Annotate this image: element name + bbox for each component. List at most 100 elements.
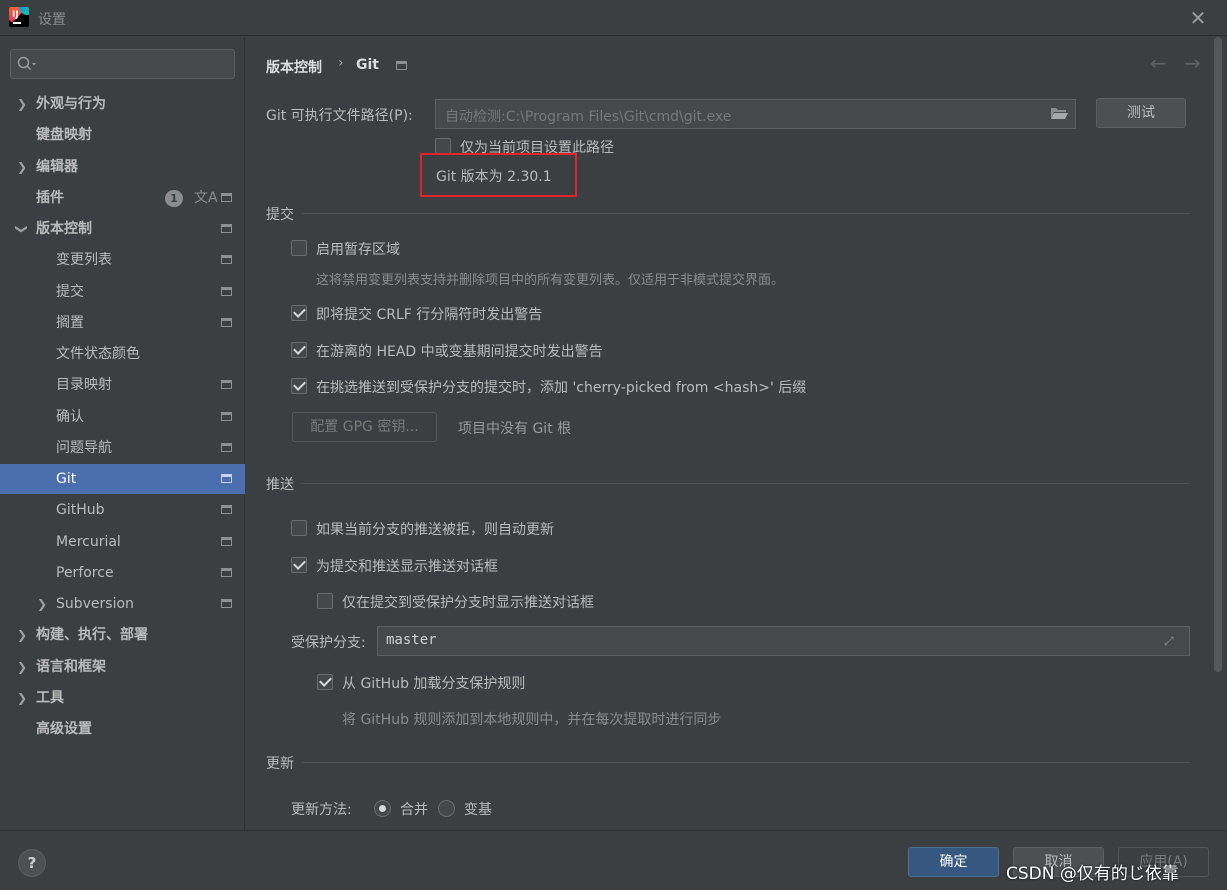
sidebar-item-keymap[interactable]: 键盘映射: [0, 120, 245, 150]
show-push-dialog-checkbox[interactable]: [291, 557, 307, 573]
breadcrumb-parent[interactable]: 版本控制: [266, 57, 322, 77]
sidebar-item-advanced[interactable]: 高级设置: [0, 714, 245, 744]
update-method-label: 更新方法:: [291, 802, 352, 818]
plugins-update-badge: 1: [165, 190, 183, 207]
chevron-right-icon: ❯: [17, 160, 28, 174]
staging-area-hint: 这将禁用变更列表支持并删除项目中的所有变更列表。仅适用于非模式提交界面。: [316, 273, 785, 288]
test-button[interactable]: 测试: [1096, 98, 1186, 128]
csdn-watermark: CSDN @仅有的じ依靠: [1006, 864, 1179, 884]
project-scope-icon: [221, 318, 232, 327]
project-scope-icon: [221, 287, 232, 296]
update-separator: [302, 762, 1190, 763]
sidebar-item-plugins[interactable]: 插件 1 文A: [0, 183, 245, 213]
sidebar-item-confirmation[interactable]: 确认: [0, 402, 245, 432]
close-icon[interactable]: ✕: [1188, 8, 1208, 28]
git-path-placeholder: 自动检测:C:\Program Files\Git\cmd\git.exe: [445, 109, 732, 125]
merge-label: 合并: [400, 802, 428, 818]
help-button[interactable]: ?: [18, 849, 46, 877]
sidebar-item-subversion[interactable]: ❯ Subversion: [0, 589, 245, 619]
settings-search-input[interactable]: [10, 49, 235, 79]
project-scope-icon: [396, 61, 407, 70]
protected-branches-input[interactable]: master: [377, 626, 1190, 656]
chevron-down-icon: ❯: [15, 223, 30, 235]
protected-branches-label: 受保护分支:: [291, 635, 366, 651]
protected-branches-value: master: [386, 632, 437, 648]
github-rules-label: 从 GitHub 加载分支保护规则: [342, 676, 526, 692]
auto-update-label: 如果当前分支的推送被拒，则自动更新: [316, 522, 554, 538]
title-bar: IJ 设置 ✕: [0, 0, 1227, 36]
sidebar-item-editor[interactable]: ❯ 编辑器: [0, 152, 245, 182]
intellij-logo-icon: IJ: [9, 7, 29, 27]
dialog-footer: ? 确定 取消 应用(A) CSDN @仅有的じ依靠: [0, 830, 1227, 890]
project-scope-icon: [221, 568, 232, 577]
back-arrow-icon[interactable]: ←: [1150, 51, 1167, 75]
project-scope-icon: [221, 224, 232, 233]
sidebar-item-appearance[interactable]: ❯ 外观与行为: [0, 89, 245, 119]
git-path-input[interactable]: 自动检测:C:\Program Files\Git\cmd\git.exe: [435, 99, 1076, 129]
sidebar-item-version-control[interactable]: ❯ 版本控制: [0, 214, 245, 244]
commit-section-title: 提交: [266, 207, 294, 223]
rebase-radio[interactable]: [438, 800, 455, 817]
gpg-hint: 项目中没有 Git 根: [458, 421, 572, 437]
breadcrumb-current: Git: [356, 57, 379, 73]
sidebar-item-file-status-colors[interactable]: 文件状态颜色: [0, 339, 245, 369]
project-only-checkbox[interactable]: [435, 138, 451, 154]
crlf-warning-label: 即将提交 CRLF 行分隔符时发出警告: [316, 307, 543, 323]
push-separator: [302, 483, 1190, 484]
folder-open-icon[interactable]: [1050, 106, 1068, 120]
protected-only-dialog-checkbox[interactable]: [317, 593, 333, 609]
git-path-label: Git 可执行文件路径(P):: [266, 108, 413, 124]
project-scope-icon: [221, 505, 232, 514]
configure-gpg-button[interactable]: 配置 GPG 密钥...: [292, 412, 437, 442]
project-scope-icon: [221, 443, 232, 452]
breadcrumb-separator: ›: [338, 55, 344, 71]
search-icon: [17, 56, 36, 71]
project-scope-icon: [221, 380, 232, 389]
forward-arrow-icon[interactable]: →: [1184, 51, 1201, 75]
show-push-dialog-label: 为提交和推送显示推送对话框: [316, 559, 498, 575]
staging-area-label: 启用暂存区域: [316, 242, 400, 258]
chevron-right-icon: ❯: [17, 660, 28, 674]
detached-head-warning-label: 在游离的 HEAD 中或变基期间提交时发出警告: [316, 344, 603, 360]
expand-icon[interactable]: ⤢: [1164, 634, 1174, 649]
sidebar-item-issue-navigation[interactable]: 问题导航: [0, 433, 245, 463]
sidebar-item-changelists[interactable]: 变更列表: [0, 245, 245, 275]
window-title: 设置: [38, 12, 66, 28]
merge-radio[interactable]: [374, 800, 391, 817]
project-scope-icon: [221, 193, 232, 202]
chevron-right-icon: ❯: [17, 691, 28, 705]
vertical-scrollbar[interactable]: [1214, 37, 1222, 672]
project-scope-icon: [221, 474, 232, 483]
git-version-text: Git 版本为 2.30.1: [436, 169, 552, 185]
sidebar-item-directory-mappings[interactable]: 目录映射: [0, 370, 245, 400]
sidebar-item-shelf[interactable]: 搁置: [0, 308, 245, 338]
translate-icon: 文A: [194, 190, 218, 206]
sidebar-item-mercurial[interactable]: Mercurial: [0, 527, 245, 557]
rebase-label: 变基: [464, 802, 492, 818]
cherry-pick-suffix-label: 在挑选推送到受保护分支的提交时，添加 'cherry-picked from <…: [316, 380, 807, 396]
project-scope-icon: [221, 412, 232, 421]
settings-content: 版本控制 › Git ← → Git 可执行文件路径(P): 自动检测:C:\P…: [246, 37, 1227, 830]
project-scope-icon: [221, 255, 232, 264]
sidebar-item-languages[interactable]: ❯ 语言和框架: [0, 652, 245, 682]
sidebar-item-build[interactable]: ❯ 构建、执行、部署: [0, 620, 245, 650]
sidebar-item-tools[interactable]: ❯ 工具: [0, 683, 245, 713]
staging-area-checkbox[interactable]: [291, 240, 307, 256]
commit-separator: [302, 213, 1190, 214]
auto-update-checkbox[interactable]: [291, 520, 307, 536]
ok-button[interactable]: 确定: [908, 847, 999, 877]
cherry-pick-suffix-checkbox[interactable]: [291, 378, 307, 394]
github-rules-checkbox[interactable]: [317, 674, 333, 690]
chevron-right-icon: ❯: [17, 97, 28, 111]
push-section-title: 推送: [266, 477, 294, 493]
sidebar-item-git[interactable]: Git: [0, 464, 245, 494]
chevron-right-icon: ❯: [17, 628, 28, 642]
chevron-right-icon: ❯: [37, 597, 48, 611]
sidebar-item-github[interactable]: GitHub: [0, 495, 245, 525]
crlf-warning-checkbox[interactable]: [291, 305, 307, 321]
sidebar-item-perforce[interactable]: Perforce: [0, 558, 245, 588]
detached-head-warning-checkbox[interactable]: [291, 342, 307, 358]
github-rules-hint: 将 GitHub 规则添加到本地规则中，并在每次提取时进行同步: [342, 712, 722, 728]
sidebar-item-commit[interactable]: 提交: [0, 277, 245, 307]
project-scope-icon: [221, 599, 232, 608]
